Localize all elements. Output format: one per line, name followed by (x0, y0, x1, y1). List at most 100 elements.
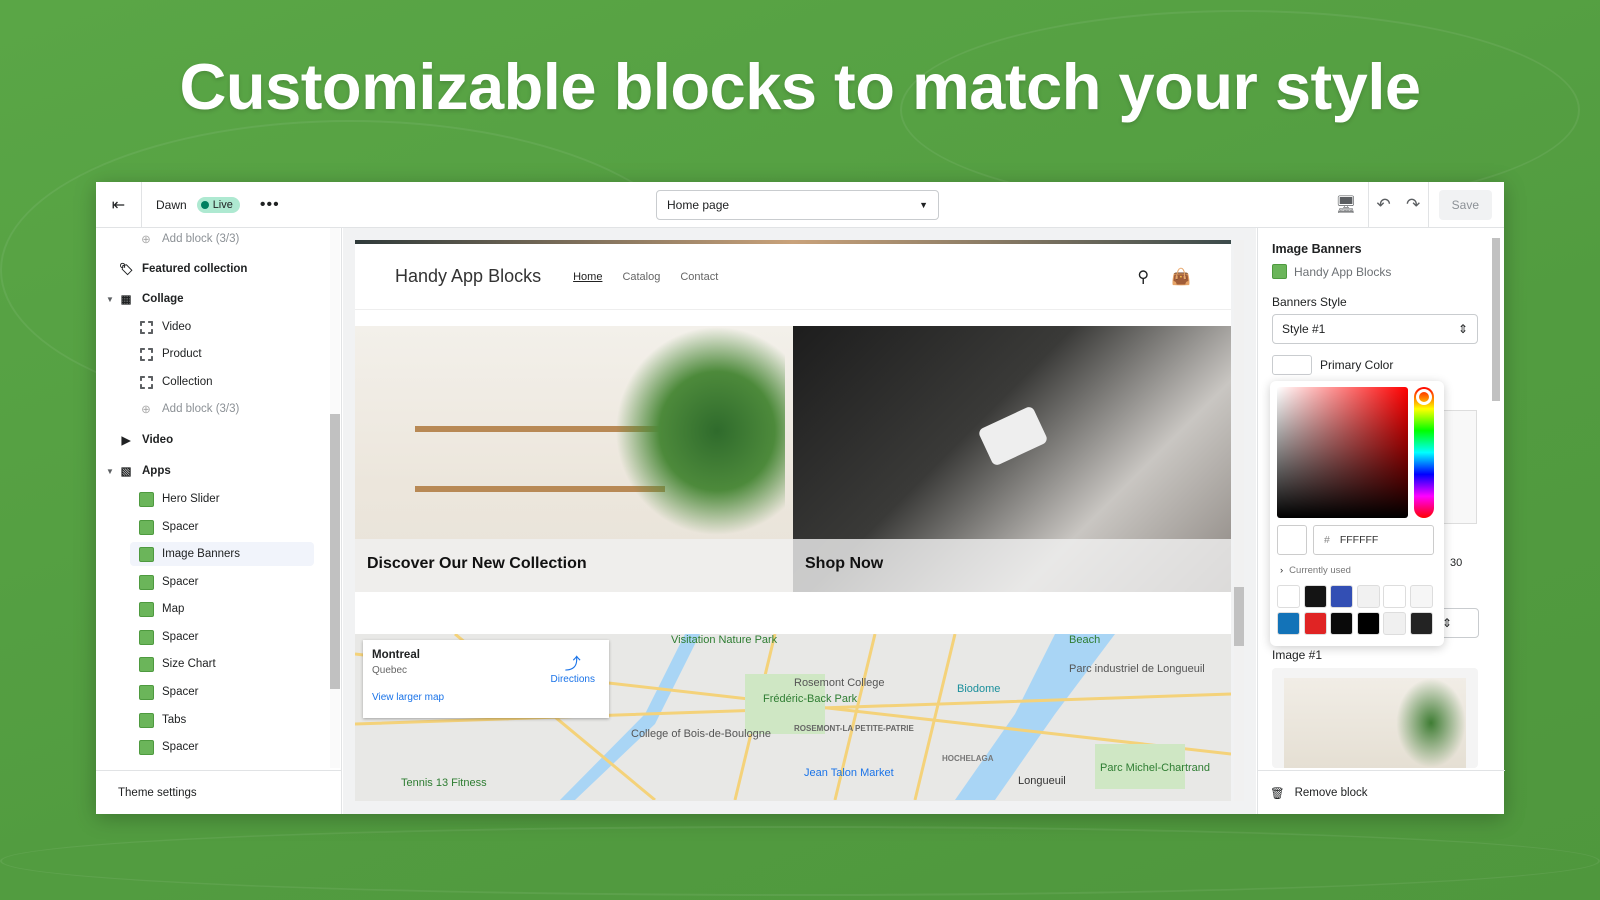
primary-color-swatch[interactable] (1272, 355, 1312, 375)
sidebar-item[interactable]: Spacer (138, 735, 198, 759)
nav-contact[interactable]: Contact (680, 271, 718, 283)
preview-scrollbar[interactable] (1234, 240, 1244, 801)
remove-block-button[interactable]: 🗑 Remove block (1258, 770, 1505, 814)
banner-shop-now[interactable]: Shop Now (793, 326, 1231, 592)
map-label: Parc Michel-Chartrand (1100, 762, 1211, 774)
sidebar-item-label: Spacer (162, 576, 199, 588)
view-larger-map-link[interactable]: View larger map (372, 692, 600, 703)
collapse-caret-icon[interactable]: ▼ (106, 295, 114, 304)
theme-settings-button[interactable]: Theme settings (96, 770, 342, 814)
image-banners: Discover Our New Collection Shop Now (355, 326, 1231, 592)
sidebar-item[interactable]: Collection (138, 370, 213, 394)
map-label: College of Bois-de-Boulogne (631, 728, 772, 740)
sidebar-item[interactable]: Spacer (138, 515, 198, 539)
sidebar-item-label: Collage (142, 293, 184, 305)
color-swatch[interactable] (1330, 585, 1353, 608)
sidebar-item[interactable]: ▶ Video (118, 428, 174, 452)
sidebar-item[interactable]: Hero Slider (138, 487, 220, 511)
image-label: Image #1 (1272, 648, 1323, 662)
color-swatch[interactable] (1277, 585, 1300, 608)
nav-home[interactable]: Home (573, 271, 602, 283)
cart-icon[interactable]: 👜 (1171, 267, 1191, 287)
sidebar-item[interactable]: Size Chart (138, 652, 216, 676)
search-icon[interactable]: ⚲ (1137, 267, 1149, 287)
add-block-button[interactable]: ⊕ Add block (3/3) (138, 397, 239, 421)
block-icon (138, 346, 154, 362)
directions-link[interactable]: ⤴ Directions (551, 650, 595, 685)
map-label: Beach (1069, 634, 1101, 646)
sidebar-item[interactable]: Spacer (138, 680, 198, 704)
banner-collection[interactable]: Discover Our New Collection (355, 326, 793, 592)
banner-caption: Shop Now (793, 539, 1231, 592)
sidebar-item-label: Spacer (162, 686, 199, 698)
scrollbar-thumb[interactable] (1492, 238, 1500, 401)
sidebar-item[interactable]: Tabs (138, 708, 186, 732)
currently-used-label: Currently used (1289, 565, 1351, 576)
block-icon (138, 319, 154, 335)
app-block-icon (138, 739, 154, 755)
sidebar-item[interactable]: Map (138, 597, 184, 621)
panel-scrollbar[interactable] (1492, 228, 1502, 768)
sidebar-item[interactable]: ▦ Collage (118, 287, 184, 311)
color-swatch[interactable] (1330, 611, 1353, 635)
status-badge: Live (196, 196, 240, 213)
color-swatch[interactable] (1303, 611, 1327, 635)
sidebar-item-label: Video (162, 321, 192, 333)
nav-catalog[interactable]: Catalog (622, 271, 660, 283)
add-icon: ⊕ (141, 404, 151, 416)
scrollbar-thumb[interactable] (330, 414, 340, 689)
add-block-button[interactable]: ⊕ Add block (3/3) (138, 228, 239, 251)
primary-color-label: Primary Color (1320, 358, 1394, 372)
color-swatch[interactable] (1383, 585, 1406, 608)
map-label: ROSEMONT-LA PETITE-PATRIE (794, 724, 914, 733)
page-select[interactable]: Home page ▼ (656, 190, 939, 220)
exit-icon[interactable]: ⇤ (96, 181, 142, 228)
store-brand[interactable]: Handy App Blocks (395, 266, 541, 287)
color-swatch[interactable] (1277, 611, 1300, 635)
color-swatch[interactable] (1409, 611, 1433, 635)
section-icon: ▶ (121, 435, 131, 447)
headline: Customizable blocks to match your style (179, 50, 1421, 123)
sidebar-item[interactable]: Product (138, 342, 202, 366)
color-swatch[interactable] (1356, 585, 1380, 608)
sidebar-item[interactable]: Spacer (138, 625, 198, 649)
app-block-icon (138, 491, 154, 507)
map-label: Longueuil (1018, 775, 1066, 787)
sidebar-item[interactable]: 🏷 Featured collection (118, 257, 248, 281)
hue-slider[interactable] (1414, 387, 1434, 518)
map-embed[interactable]: Visitation Nature Park Rosemont College Fr… (355, 634, 1231, 801)
section-tree: ⊕ Add block (3/3) 🏷 Featured collection ▦ Col… (96, 228, 328, 768)
sidebar-scrollbar[interactable] (330, 228, 340, 768)
hue-handle[interactable] (1416, 389, 1432, 405)
undo-icon[interactable]: ↶ (1369, 182, 1399, 228)
save-button[interactable]: Save (1438, 190, 1492, 220)
range-value: 30 (1450, 557, 1463, 569)
banners-style-select[interactable]: Style #1 ⇕ (1272, 314, 1478, 344)
preview-pane: Handy App Blocks Home Catalog Contact ⚲ 👜… (343, 228, 1256, 814)
sidebar-item-label: Add block (3/3) (162, 233, 240, 245)
color-swatch[interactable] (1409, 585, 1433, 608)
color-swatch[interactable] (1303, 585, 1327, 608)
hex-input[interactable]: # FFFFFF (1313, 525, 1434, 555)
sidebar-item[interactable]: ▧ Apps (118, 459, 171, 483)
scrollbar-thumb[interactable] (1234, 587, 1244, 646)
color-swatch[interactable] (1383, 611, 1406, 635)
image-thumbnail[interactable] (1272, 668, 1478, 768)
block-icon (138, 374, 154, 390)
redo-icon[interactable]: ↷ (1399, 182, 1429, 228)
sidebar-item-label: Spacer (162, 521, 199, 533)
sidebar-item-label: Featured collection (142, 263, 248, 275)
desktop-view-icon[interactable]: 🖥 (1325, 182, 1369, 228)
color-swatch[interactable] (1356, 611, 1380, 635)
collapse-caret-icon[interactable]: ▼ (106, 467, 114, 476)
currently-used-toggle[interactable]: › Currently used (1280, 565, 1351, 576)
hex-value: FFFFFF (1339, 534, 1379, 546)
hex-prefix: # (1324, 534, 1330, 546)
more-actions-button[interactable]: ••• (260, 196, 280, 214)
sidebar-item[interactable]: Video (138, 315, 191, 339)
saturation-field[interactable] (1277, 387, 1408, 518)
sidebar-item-label: Add block (3/3) (162, 403, 240, 415)
sidebar-item[interactable]: Spacer (138, 570, 198, 594)
sidebar-item[interactable]: Image Banners (130, 542, 314, 566)
banner-caption: Discover Our New Collection (355, 539, 793, 592)
